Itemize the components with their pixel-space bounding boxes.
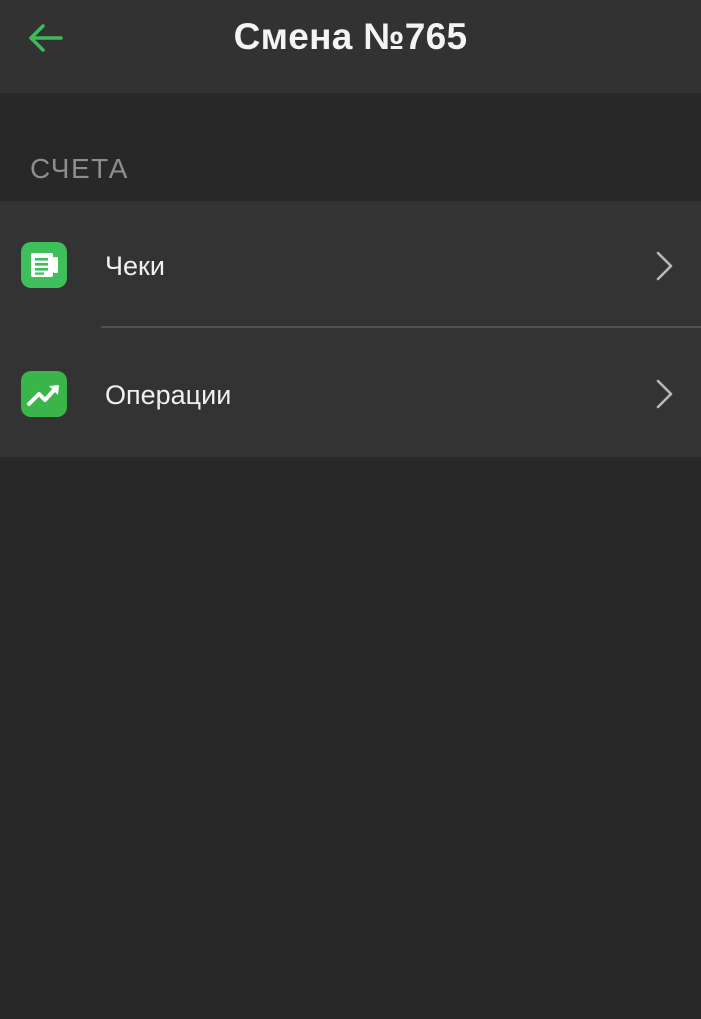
section-header: СЧЕТА [30, 153, 129, 184]
chevron-right-icon [656, 251, 673, 281]
list-item-receipts[interactable]: Чеки [0, 201, 701, 329]
page-title: Смена №765 [233, 16, 468, 57]
chart-trending-up-icon [21, 371, 67, 417]
accounts-list: Чеки Операции [0, 201, 701, 457]
divider [101, 326, 701, 328]
list-item-label: Операции [105, 380, 232, 410]
receipt-icon [21, 242, 67, 288]
list-item-label: Чеки [105, 251, 165, 281]
chevron-right-icon [656, 379, 673, 409]
list-item-operations[interactable]: Операции [0, 329, 701, 457]
app-bar: Смена №765 [0, 0, 701, 93]
